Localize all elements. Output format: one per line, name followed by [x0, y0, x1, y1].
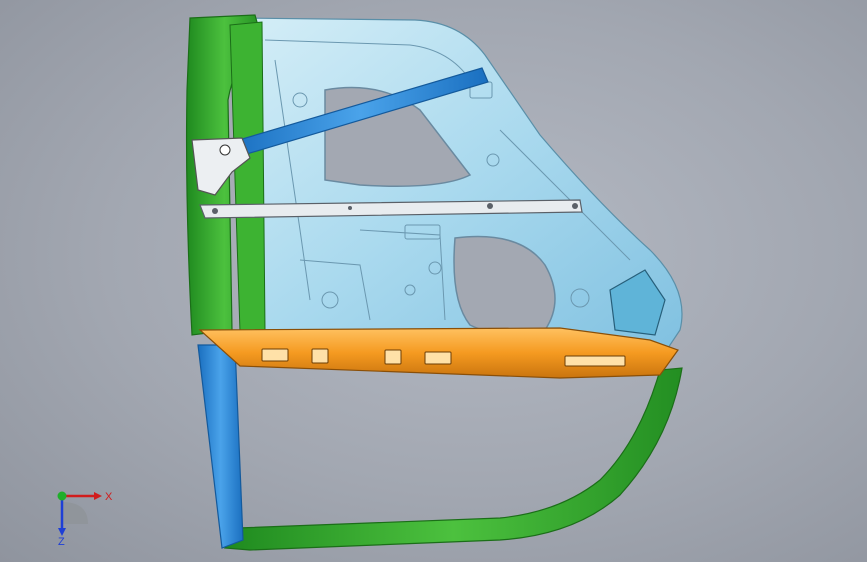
z-axis-arrow [58, 528, 66, 536]
graphics-viewport[interactable]: X Z [0, 0, 867, 562]
triad-shadow [62, 502, 88, 524]
y-axis-dot [57, 491, 67, 501]
door-assembly-model[interactable] [0, 0, 867, 562]
orientation-triad: X Z [57, 491, 113, 546]
hinge-pivot [219, 144, 231, 156]
outer-frame-lower [223, 367, 683, 551]
x-axis-label: X [105, 491, 113, 503]
outer-frame-pillar [229, 21, 266, 333]
front-pillar [197, 344, 244, 549]
x-axis-arrow [94, 492, 102, 500]
z-axis-label: Z [58, 536, 65, 546]
